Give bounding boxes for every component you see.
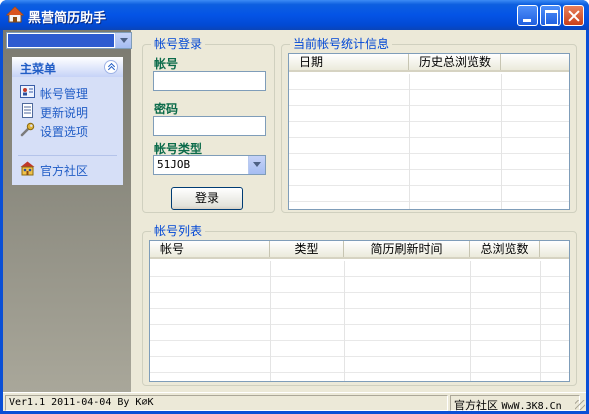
home-icon <box>6 6 24 23</box>
maximize-button[interactable] <box>540 5 561 26</box>
column-divider <box>344 261 345 381</box>
sidebar-item-label: 官方社区 <box>40 164 89 178</box>
login-button[interactable]: 登录 <box>171 187 243 210</box>
status-version-text: Ver1.1 2011-04-04 By K∅K <box>9 397 154 408</box>
main-menu-body: 帐号管理 更新说明 设置选项 官方社区 <box>12 77 123 185</box>
user-card-icon <box>20 85 35 98</box>
main-menu-title: 主菜单 <box>20 62 57 76</box>
column-header-total-views[interactable]: 总浏览数 <box>470 241 540 257</box>
minimize-button[interactable] <box>517 5 538 26</box>
stats-list[interactable]: 日期 历史总浏览数 <box>288 53 570 210</box>
account-type-value: 51JOB <box>157 158 191 171</box>
window-title: 黑营简历助手 <box>28 11 107 26</box>
combo-selection <box>8 34 114 47</box>
document-icon <box>22 103 33 118</box>
sidebar-item-account-management[interactable]: 帐号管理 <box>12 83 123 101</box>
chevron-down-icon[interactable] <box>248 156 265 174</box>
column-header-refresh-time[interactable]: 简历刷新时间 <box>344 241 470 257</box>
column-header-date[interactable]: 日期 <box>289 54 409 70</box>
collapse-icon[interactable] <box>104 60 118 74</box>
login-group-title: 帐号登录 <box>151 37 206 51</box>
app-window: 黑营简历助手 主菜单 帐号管理 更新说明 设置选项 官方社区 帐号登录 帐号 密… <box>0 0 589 414</box>
sidebar-item-update-notes[interactable]: 更新说明 <box>12 102 123 120</box>
login-group: 帐号登录 帐号 密码 帐号类型 51JOB 登录 <box>142 37 275 213</box>
accounts-list[interactable]: 帐号 类型 简历刷新时间 总浏览数 <box>149 240 570 382</box>
accounts-list-header: 帐号 类型 简历刷新时间 总浏览数 <box>150 241 569 259</box>
password-label: 密码 <box>154 102 179 116</box>
main-menu-panel: 主菜单 帐号管理 更新说明 设置选项 官方社区 <box>12 57 123 185</box>
account-input[interactable] <box>153 71 266 91</box>
column-header-type[interactable]: 类型 <box>270 241 344 257</box>
client-area: 主菜单 帐号管理 更新说明 设置选项 官方社区 帐号登录 帐号 密码 帐号类型 … <box>3 30 586 413</box>
status-link-panel[interactable]: 官方社区 WwW.3K8.Cn <box>450 395 580 413</box>
sidebar-combo[interactable] <box>6 32 132 49</box>
wrench-icon <box>20 122 35 137</box>
accounts-group-title: 帐号列表 <box>151 224 206 238</box>
sidebar-item-label: 帐号管理 <box>40 87 89 101</box>
accounts-group: 帐号列表 帐号 类型 简历刷新时间 总浏览数 <box>142 224 577 386</box>
sidebar: 主菜单 帐号管理 更新说明 设置选项 官方社区 <box>3 30 132 392</box>
status-version-panel: Ver1.1 2011-04-04 By K∅K <box>5 395 448 411</box>
column-header-account[interactable]: 帐号 <box>150 241 270 257</box>
stats-group-title: 当前帐号统计信息 <box>290 37 393 51</box>
sidebar-item-settings[interactable]: 设置选项 <box>12 121 123 139</box>
account-type-select[interactable]: 51JOB <box>153 155 266 175</box>
menu-divider <box>18 155 117 156</box>
close-button[interactable] <box>563 5 584 26</box>
status-community-label: 官方社区 <box>454 399 498 412</box>
sidebar-item-community[interactable]: 官方社区 <box>12 160 123 178</box>
status-community-url[interactable]: WwW.3K8.Cn <box>502 401 562 412</box>
column-divider <box>470 261 471 381</box>
community-icon <box>20 161 35 176</box>
stats-group: 当前帐号统计信息 日期 历史总浏览数 <box>281 37 577 213</box>
column-divider <box>501 74 502 209</box>
stats-list-rows <box>289 74 569 209</box>
title-bar[interactable]: 黑营简历助手 <box>0 0 589 30</box>
accounts-list-rows <box>150 261 569 381</box>
sidebar-item-label: 更新说明 <box>40 106 89 120</box>
column-divider <box>270 261 271 381</box>
column-divider <box>540 261 541 381</box>
column-header-total-views[interactable]: 历史总浏览数 <box>409 54 501 70</box>
sidebar-item-label: 设置选项 <box>40 125 89 139</box>
main-menu-header[interactable]: 主菜单 <box>12 57 123 77</box>
account-label: 帐号 <box>154 57 179 71</box>
chevron-down-icon[interactable] <box>115 33 131 48</box>
resize-grip[interactable] <box>575 400 585 410</box>
status-link-text[interactable]: 官方社区 WwW.3K8.Cn <box>454 397 562 413</box>
column-divider <box>409 74 410 209</box>
stats-list-header: 日期 历史总浏览数 <box>289 54 569 72</box>
password-input[interactable] <box>153 116 266 136</box>
status-bar: Ver1.1 2011-04-04 By K∅K 官方社区 WwW.3K8.Cn <box>3 392 586 413</box>
